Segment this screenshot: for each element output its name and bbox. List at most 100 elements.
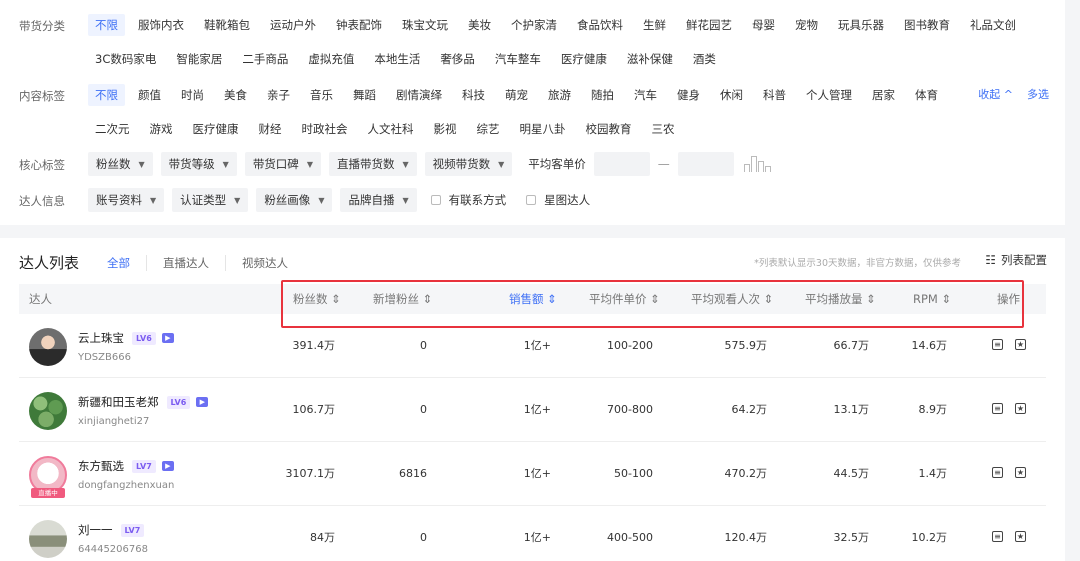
collapse-link[interactable]: 收起 ^ bbox=[978, 84, 1013, 106]
histogram-icon[interactable] bbox=[743, 156, 771, 172]
tag-chip[interactable]: 居家 bbox=[865, 84, 902, 106]
tag-chip[interactable]: 时政社会 bbox=[295, 118, 355, 140]
dropdown-label: 品牌自播 bbox=[348, 193, 395, 207]
tab-video-talent[interactable]: 视频达人 bbox=[225, 254, 304, 271]
tag-chip[interactable]: 舞蹈 bbox=[346, 84, 383, 106]
tag-chip[interactable]: 音乐 bbox=[303, 84, 340, 106]
category-chip[interactable]: 宠物 bbox=[788, 14, 825, 36]
tag-chip[interactable]: 综艺 bbox=[470, 118, 507, 140]
talent-name[interactable]: 刘一一 LV7 bbox=[78, 522, 145, 538]
talent-name[interactable]: 云上珠宝 LV6 ▶ bbox=[78, 330, 174, 346]
category-chip[interactable]: 美妆 bbox=[461, 14, 498, 36]
cell-fans: 106.7万 bbox=[292, 403, 336, 416]
tab-live-talent[interactable]: 直播达人 bbox=[146, 254, 225, 271]
filter-checkbox[interactable]: 有联系方式 bbox=[430, 192, 506, 208]
tag-chip[interactable]: 健身 bbox=[670, 84, 707, 106]
tag-chip[interactable]: 二次元 bbox=[88, 118, 137, 140]
detail-icon[interactable]: ≡ bbox=[992, 339, 1003, 350]
tag-chip[interactable]: 体育 bbox=[908, 84, 945, 106]
category-chip[interactable]: 珠宝文玩 bbox=[395, 14, 455, 36]
tag-chip[interactable]: 科普 bbox=[756, 84, 793, 106]
tag-chip[interactable]: 旅游 bbox=[541, 84, 578, 106]
table-row[interactable]: 刘一一 LV7 64445206768 84万 0 1亿+ 400-500 120.4万 32.… bbox=[19, 506, 1046, 561]
filter-dropdown[interactable]: 带货口碑 ▼ bbox=[244, 152, 321, 176]
detail-icon[interactable]: ≡ bbox=[992, 403, 1003, 414]
category-chip[interactable]: 食品饮料 bbox=[570, 14, 630, 36]
avg-price-label: 平均客单价 bbox=[528, 157, 586, 171]
tag-chip[interactable]: 美食 bbox=[217, 84, 254, 106]
favorite-icon[interactable]: ★ bbox=[1015, 467, 1026, 478]
category-chip[interactable]: 生鲜 bbox=[636, 14, 673, 36]
filter-checkbox[interactable]: 星图达人 bbox=[526, 192, 590, 208]
category-chip[interactable]: 奢侈品 bbox=[433, 48, 482, 70]
category-chip[interactable]: 鞋靴箱包 bbox=[197, 14, 257, 36]
filter-dropdown[interactable]: 带货等级 ▼ bbox=[160, 152, 237, 176]
category-chip[interactable]: 服饰内衣 bbox=[131, 14, 191, 36]
category-chip[interactable]: 运动户外 bbox=[263, 14, 323, 36]
category-chip[interactable]: 图书教育 bbox=[897, 14, 957, 36]
tag-chip[interactable]: 校园教育 bbox=[579, 118, 639, 140]
category-chip[interactable]: 母婴 bbox=[745, 14, 782, 36]
avatar[interactable] bbox=[29, 328, 67, 366]
tag-chip[interactable]: 影视 bbox=[427, 118, 464, 140]
category-chip[interactable]: 不限 bbox=[88, 14, 125, 36]
category-chip[interactable]: 鲜花园艺 bbox=[679, 14, 739, 36]
filter-dropdown[interactable]: 认证类型 ▼ bbox=[172, 188, 249, 212]
tab-all[interactable]: 全部 bbox=[99, 255, 146, 271]
tag-chip[interactable]: 休闲 bbox=[713, 84, 750, 106]
table-row[interactable]: 云上珠宝 LV6 ▶ YDSZB666 391.4万 0 1亿+ 100-200 575.9万 6… bbox=[19, 314, 1046, 378]
avatar[interactable] bbox=[29, 392, 67, 430]
tag-chip[interactable]: 科技 bbox=[455, 84, 492, 106]
talent-name[interactable]: 东方甄选 LV7 ▶ bbox=[78, 458, 174, 474]
category-chip[interactable]: 礼品文创 bbox=[963, 14, 1023, 36]
tag-chip[interactable]: 明星八卦 bbox=[513, 118, 573, 140]
category-chip[interactable]: 二手商品 bbox=[235, 48, 295, 70]
detail-icon[interactable]: ≡ bbox=[992, 467, 1003, 478]
multi-select-link[interactable]: 多选 bbox=[1027, 84, 1049, 106]
tag-chip[interactable]: 颜值 bbox=[131, 84, 168, 106]
category-chip[interactable]: 医疗健康 bbox=[554, 48, 614, 70]
category-chip[interactable]: 3C数码家电 bbox=[88, 48, 163, 70]
category-chip[interactable]: 滋补保健 bbox=[620, 48, 680, 70]
favorite-icon[interactable]: ★ bbox=[1015, 339, 1026, 350]
category-chip[interactable]: 本地生活 bbox=[367, 48, 427, 70]
price-max-input[interactable] bbox=[677, 152, 734, 176]
tag-chip[interactable]: 萌宠 bbox=[498, 84, 535, 106]
talent-name[interactable]: 新疆和田玉老郑 LV6 ▶ bbox=[78, 394, 209, 410]
tag-chip[interactable]: 剧情演绎 bbox=[389, 84, 449, 106]
category-chip[interactable]: 玩具乐器 bbox=[831, 14, 891, 36]
tag-chip[interactable]: 医疗健康 bbox=[186, 118, 246, 140]
filter-dropdown[interactable]: 账号资料 ▼ bbox=[88, 188, 165, 212]
table-row[interactable]: 直播中 东方甄选 LV7 ▶ dongfangzhenxuan 3107.1万 6816 1亿… bbox=[19, 442, 1046, 506]
filter-dropdown[interactable]: 直播带货数 ▼ bbox=[328, 152, 417, 176]
list-config-button[interactable]: ☷ 列表配置 bbox=[985, 252, 1047, 268]
tag-chip[interactable]: 随拍 bbox=[584, 84, 621, 106]
filter-dropdown[interactable]: 粉丝画像 ▼ bbox=[256, 188, 333, 212]
category-chip[interactable]: 汽车整车 bbox=[488, 48, 548, 70]
category-chip[interactable]: 酒类 bbox=[686, 48, 723, 70]
filter-dropdown[interactable]: 品牌自播 ▼ bbox=[340, 188, 417, 212]
category-chip[interactable]: 虚拟充值 bbox=[301, 48, 361, 70]
filter-dropdown[interactable]: 视频带货数 ▼ bbox=[424, 152, 513, 176]
tag-chip[interactable]: 财经 bbox=[252, 118, 289, 140]
tag-chip[interactable]: 三农 bbox=[645, 118, 682, 140]
filter-dropdown[interactable]: 粉丝数 ▼ bbox=[88, 152, 153, 176]
category-chip[interactable]: 智能家居 bbox=[169, 48, 229, 70]
tag-chip[interactable]: 汽车 bbox=[627, 84, 664, 106]
tag-chip[interactable]: 不限 bbox=[88, 84, 125, 106]
tag-chip[interactable]: 亲子 bbox=[260, 84, 297, 106]
tag-chip[interactable]: 时尚 bbox=[174, 84, 211, 106]
avatar[interactable] bbox=[29, 520, 67, 558]
tag-chip[interactable]: 个人管理 bbox=[799, 84, 859, 106]
category-chip[interactable]: 个护家清 bbox=[504, 14, 564, 36]
checkbox-box[interactable] bbox=[430, 195, 441, 205]
detail-icon[interactable]: ≡ bbox=[992, 531, 1003, 542]
category-chip[interactable]: 钟表配饰 bbox=[329, 14, 389, 36]
favorite-icon[interactable]: ★ bbox=[1015, 531, 1026, 542]
checkbox-box[interactable] bbox=[526, 195, 537, 205]
table-row[interactable]: 新疆和田玉老郑 LV6 ▶ xinjiangheti27 106.7万 0 1亿+ 700-8… bbox=[19, 378, 1046, 442]
favorite-icon[interactable]: ★ bbox=[1015, 403, 1026, 414]
price-min-input[interactable] bbox=[593, 152, 650, 176]
tag-chip[interactable]: 游戏 bbox=[143, 118, 180, 140]
tag-chip[interactable]: 人文社科 bbox=[361, 118, 421, 140]
